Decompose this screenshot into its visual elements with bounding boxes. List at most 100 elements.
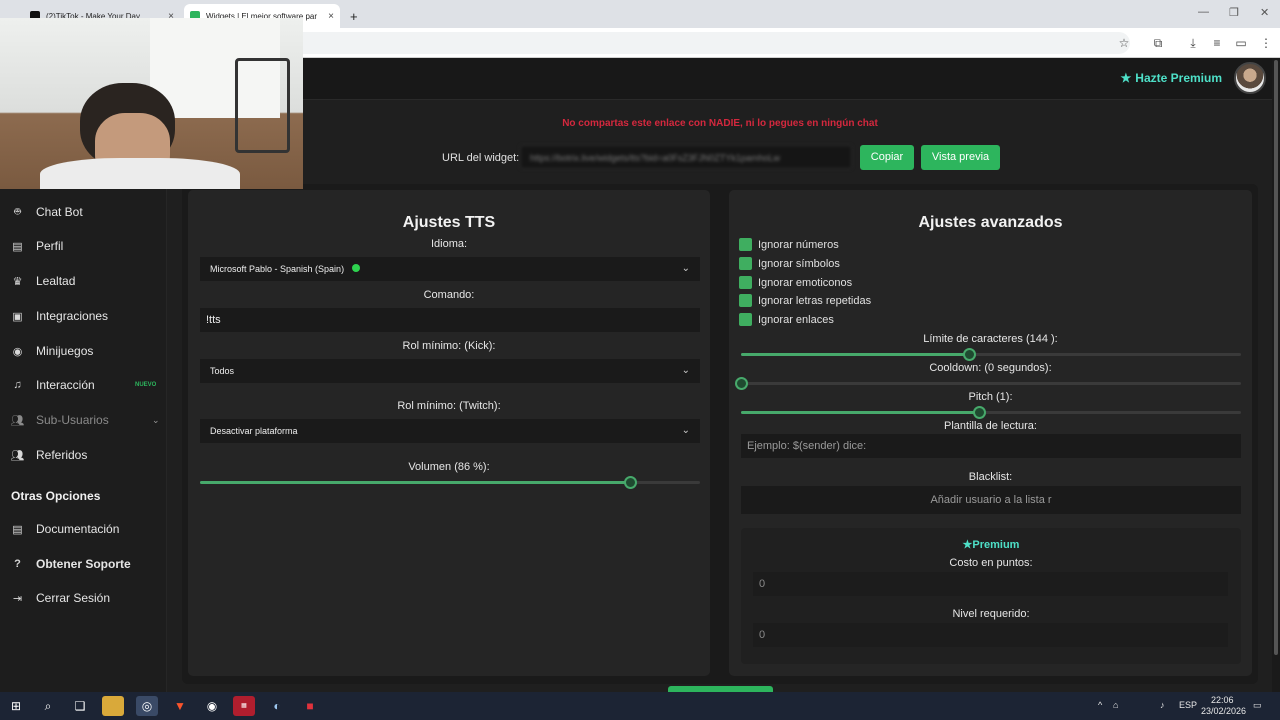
- pitch-label: Pitch (1):: [968, 391, 1013, 403]
- ignore-links-checkbox[interactable]: Ignorar enlaces: [739, 313, 834, 326]
- search-icon[interactable]: ⌕: [37, 696, 59, 716]
- sidebar-item-label: Interacción: [36, 378, 95, 392]
- tray-chevron-icon[interactable]: ^: [1098, 700, 1102, 710]
- checkbox-label: Ignorar símbolos: [758, 257, 840, 270]
- widget-url-field[interactable]: https://botrix.live/widgets/tts?bid=a0Fs…: [520, 145, 852, 169]
- scrollbar-thumb[interactable]: [1274, 60, 1278, 655]
- avatar[interactable]: [1234, 62, 1266, 94]
- pitch-thumb[interactable]: [972, 406, 986, 419]
- char-limit-label: Límite de caracteres (144 ):: [923, 333, 1058, 345]
- sidebar-item-label: Lealtad: [36, 274, 76, 288]
- advanced-title: Ajustes avanzados: [918, 214, 1063, 231]
- tts-title: Ajustes TTS: [402, 214, 496, 231]
- restore-icon[interactable]: ❐: [1229, 6, 1239, 19]
- sidebar-item-interaccion[interactable]: ♫ Interacción NUEVO: [10, 374, 160, 396]
- close-icon[interactable]: ×: [328, 11, 334, 22]
- network-icon[interactable]: ⌂: [1113, 700, 1118, 710]
- volume-slider[interactable]: [200, 476, 700, 489]
- person-shirt: [40, 158, 240, 189]
- ignore-symbols-checkbox[interactable]: Ignorar símbolos: [739, 257, 840, 270]
- cooldown-label: Cooldown: (0 segundos):: [929, 362, 1052, 374]
- language-select[interactable]: Microsoft Pablo - Spanish (Spain) ⌄: [200, 257, 700, 281]
- language-value: Microsoft Pablo - Spanish (Spain): [210, 264, 345, 274]
- clock-date[interactable]: 23/02/2026: [1201, 706, 1246, 716]
- char-limit-thumb[interactable]: [962, 348, 976, 361]
- steam-icon[interactable]: ◐: [266, 696, 288, 716]
- sidebar-item-minijuegos[interactable]: ◉ Minijuegos: [10, 340, 160, 362]
- omnibox[interactable]: [270, 32, 1130, 54]
- sidebar-item-label: Cerrar Sesión: [36, 591, 111, 605]
- volume-icon[interactable]: ♪: [1160, 700, 1165, 710]
- plug-icon: ▣: [12, 310, 23, 323]
- cost-input[interactable]: 0: [753, 572, 1228, 596]
- sidebar-item-cerrar-sesion[interactable]: ⇥ Cerrar Sesión: [10, 587, 160, 609]
- sidebar-item-perfil[interactable]: ▤ Perfil: [10, 235, 160, 257]
- command-input[interactable]: !tts: [200, 308, 700, 332]
- copy-button[interactable]: Copiar: [860, 145, 914, 170]
- share-warning: No compartas este enlace con NADIE, ni l…: [562, 118, 878, 129]
- ignore-emotes-checkbox[interactable]: Ignorar emoticonos: [739, 276, 852, 289]
- sidebar-item-soporte[interactable]: ? Obtener Soporte: [10, 553, 160, 575]
- blacklist-input[interactable]: Añadir usuario a la lista r: [741, 486, 1241, 514]
- star-icon[interactable]: ☆: [1116, 35, 1132, 51]
- logout-icon: ⇥: [12, 592, 23, 605]
- brave-icon[interactable]: ▼: [169, 696, 191, 716]
- checkbox-box: [739, 294, 752, 307]
- ignore-numbers-checkbox[interactable]: Ignorar números: [739, 238, 839, 251]
- clock-time[interactable]: 22:06: [1211, 695, 1234, 705]
- cooldown-thumb[interactable]: [735, 377, 748, 390]
- media-icon[interactable]: ≡: [1209, 35, 1225, 51]
- checkbox-box: [739, 238, 752, 251]
- voicemeeter-icon[interactable]: ▦: [233, 696, 255, 716]
- app-icon[interactable]: ■: [299, 696, 321, 716]
- template-input[interactable]: Ejemplo: $(sender) dice:: [741, 434, 1241, 458]
- twitch-role-select[interactable]: Desactivar plataforma ⌄: [200, 419, 700, 443]
- blacklist-label: Blacklist:: [968, 471, 1013, 483]
- task-view-icon[interactable]: ❑: [69, 696, 91, 716]
- notification-icon[interactable]: ▭: [1253, 700, 1262, 711]
- preview-button[interactable]: Vista previa: [921, 145, 1000, 170]
- obs-icon[interactable]: ◉: [201, 696, 223, 716]
- profile-icon[interactable]: ▭: [1233, 35, 1249, 51]
- premium-link[interactable]: ★ Hazte Premium: [1121, 71, 1222, 85]
- scrollbar[interactable]: [1272, 58, 1280, 692]
- sidebar-item-integraciones[interactable]: ▣ Integraciones: [10, 305, 160, 327]
- sidebar-item-referidos[interactable]: 👥︎ Referidos: [10, 444, 160, 466]
- twitch-role-value: Desactivar plataforma: [210, 426, 298, 436]
- chrome-icon[interactable]: ◎: [136, 696, 158, 716]
- language-indicator[interactable]: ESP: [1179, 700, 1197, 710]
- cooldown-slider[interactable]: [735, 377, 1241, 390]
- checkbox-box: [739, 276, 752, 289]
- template-label: Plantilla de lectura:: [944, 420, 1037, 432]
- pitch-slider[interactable]: [741, 406, 1241, 419]
- sidebar-item-documentacion[interactable]: ▤ Documentación: [10, 518, 160, 540]
- volume-thumb[interactable]: [624, 476, 637, 489]
- robot-icon: 🤖︎: [14, 205, 21, 218]
- level-input[interactable]: 0: [753, 623, 1228, 647]
- language-label: Idioma:: [430, 238, 468, 250]
- cost-label: Costo en puntos:: [949, 557, 1033, 569]
- char-limit-slider[interactable]: [741, 348, 1241, 361]
- sidebar-item-chat-bot[interactable]: 🤖︎ Chat Bot: [10, 201, 160, 223]
- sidebar-item-sub-usuarios[interactable]: 👥︎ Sub-Usuarios ⌄: [10, 409, 160, 431]
- sidebar-item-label: Referidos: [36, 448, 88, 462]
- ignore-repeated-checkbox[interactable]: Ignorar letras repetidas: [739, 294, 871, 307]
- new-tab-button[interactable]: +: [344, 4, 364, 28]
- file-explorer-icon[interactable]: [102, 696, 124, 716]
- sidebar-item-label: Minijuegos: [36, 344, 94, 358]
- checkbox-box: [739, 313, 752, 326]
- premium-box: ★Premium Costo en puntos: 0 Nivel requer…: [741, 528, 1241, 664]
- close-window-icon[interactable]: ✕: [1260, 6, 1269, 19]
- extensions-icon[interactable]: ⧉: [1150, 35, 1166, 51]
- level-label: Nivel requerido:: [952, 608, 1030, 620]
- windows-start-icon[interactable]: ⊞: [5, 696, 27, 716]
- url-label: URL del widget:: [442, 152, 520, 164]
- id-card-icon: ▤: [12, 240, 23, 253]
- taskbar: ⊞ ⌕ ❑ ◎ ▼ ◉ ▦ ◐ ■ ^ ⌂ ♪ ESP 22:06 23/02/…: [0, 692, 1280, 720]
- minimize-icon[interactable]: —: [1198, 6, 1209, 18]
- sidebar-item-label: Sub-Usuarios: [36, 413, 109, 427]
- download-icon[interactable]: ⤓: [1185, 35, 1201, 51]
- kick-role-select[interactable]: Todos ⌄: [200, 359, 700, 383]
- menu-icon[interactable]: ⋮: [1258, 35, 1274, 51]
- sidebar-item-lealtad[interactable]: ♛ Lealtad: [10, 270, 160, 292]
